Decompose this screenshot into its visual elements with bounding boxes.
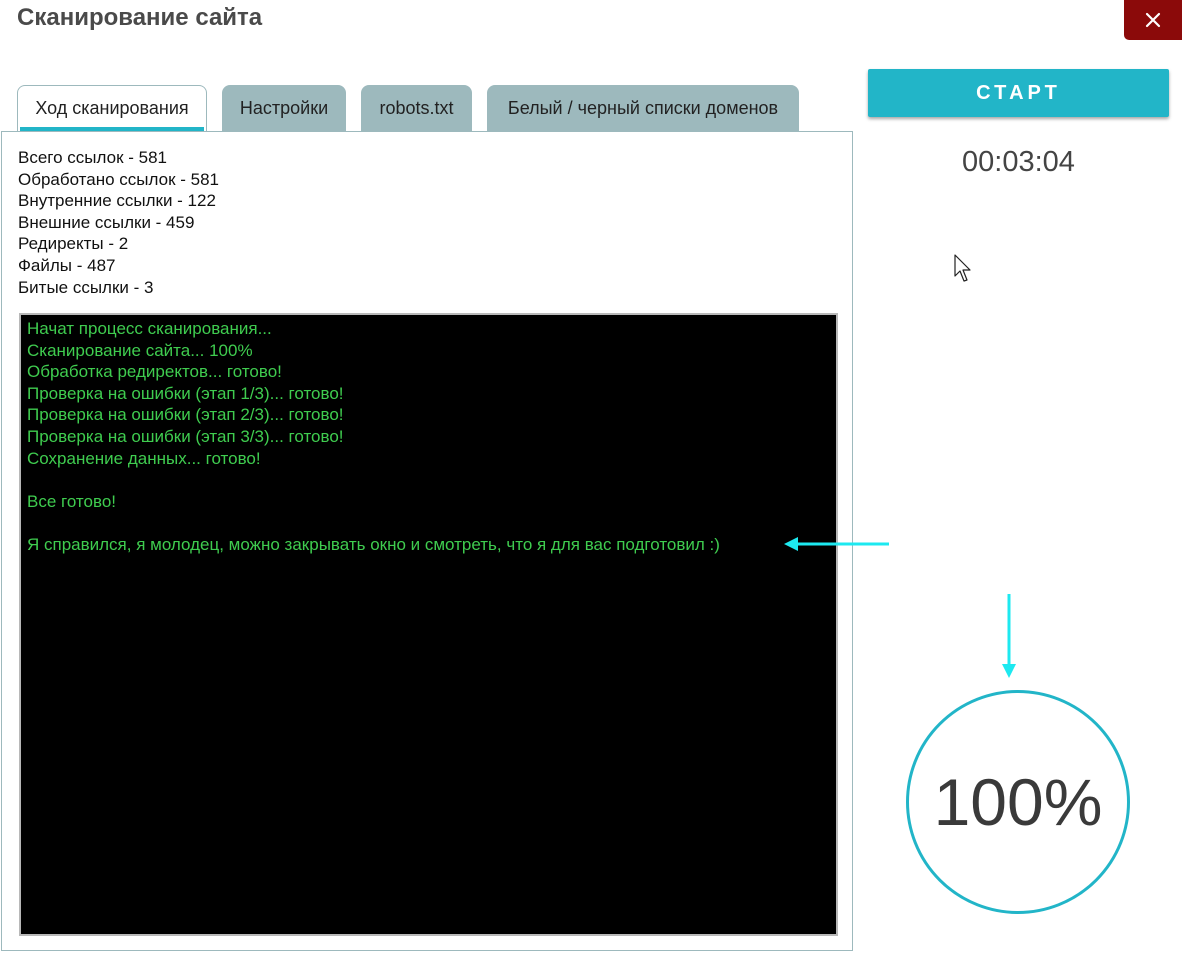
- tab-label: Настройки: [239, 98, 329, 118]
- stat-redirects: Редиректы - 2: [18, 234, 129, 254]
- log-line-final-message: Я справился, я молодец, можно закрывать …: [27, 534, 720, 554]
- progress-percent: 100%: [933, 765, 1103, 839]
- log-line: Проверка на ошибки (этап 2/3)... готово!: [27, 405, 344, 425]
- stat-internal-links: Внутренние ссылки - 122: [18, 191, 216, 211]
- scan-stats: Всего ссылок - 581 Обработано ссылок - 5…: [18, 147, 219, 298]
- tab-label: Ход сканирования: [35, 98, 189, 118]
- log-line-empty: [27, 469, 836, 491]
- stat-broken-links: Битые ссылки - 3: [18, 277, 154, 297]
- scan-log-console[interactable]: Начат процесс сканирования... Сканирован…: [19, 313, 838, 936]
- log-line: Сканирование сайта... 100%: [27, 340, 253, 360]
- stat-processed-links: Обработано ссылок - 581: [18, 169, 219, 189]
- tab-robots-txt[interactable]: robots.txt: [361, 85, 472, 131]
- tab-scan-progress[interactable]: Ход сканирования: [17, 85, 207, 131]
- tab-label: robots.txt: [379, 98, 454, 118]
- log-line: Сохранение данных... готово!: [27, 448, 261, 468]
- tab-label: Белый / черный списки доменов: [507, 98, 779, 118]
- tab-settings[interactable]: Настройки: [222, 85, 346, 131]
- mouse-cursor-icon: [954, 254, 971, 282]
- log-line: Проверка на ошибки (этап 3/3)... готово!: [27, 426, 344, 446]
- log-line: Обработка редиректов... готово!: [27, 362, 282, 382]
- stat-total-links: Всего ссылок - 581: [18, 148, 167, 167]
- log-line: Проверка на ошибки (этап 1/3)... готово!: [27, 383, 344, 403]
- arrow-down-icon: [1002, 594, 1016, 678]
- log-line: Начат процесс сканирования...: [27, 319, 272, 338]
- elapsed-timer: 00:03:04: [962, 146, 1075, 178]
- progress-indicator: 100%: [906, 690, 1130, 914]
- log-line-empty: [27, 512, 836, 534]
- log-line: Все готово!: [27, 491, 116, 511]
- stat-files: Файлы - 487: [18, 255, 116, 275]
- stat-external-links: Внешние ссылки - 459: [18, 212, 195, 232]
- window-title: Сканирование сайта: [17, 4, 263, 31]
- start-button[interactable]: СТАРТ: [868, 69, 1169, 117]
- close-icon: [1145, 12, 1161, 28]
- tab-domain-lists[interactable]: Белый / черный списки доменов: [487, 85, 799, 131]
- close-button[interactable]: [1124, 0, 1182, 40]
